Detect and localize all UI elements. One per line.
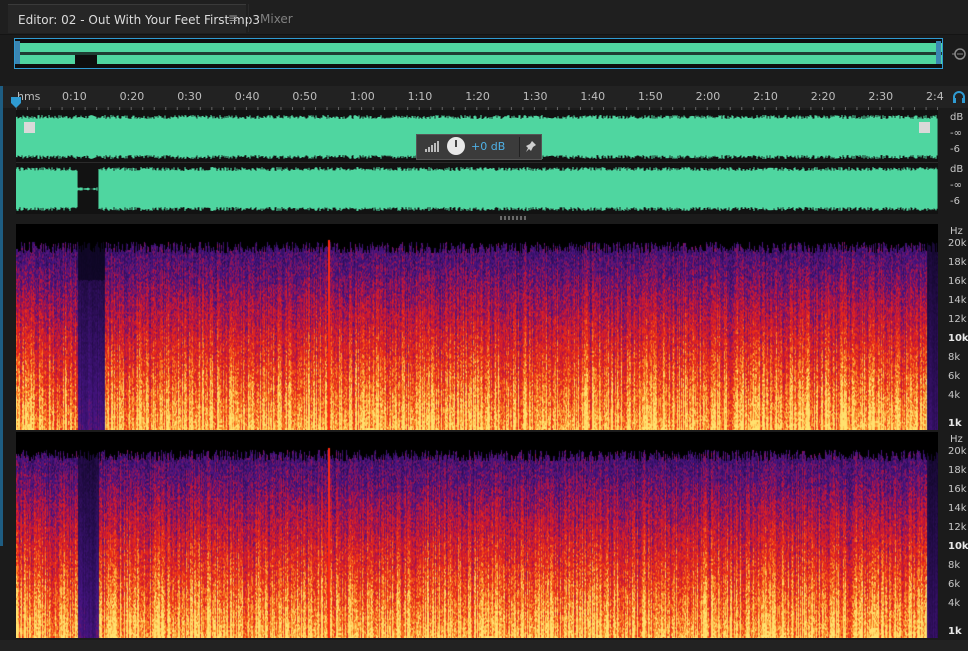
frequency-label: Hz bbox=[950, 434, 963, 445]
frequency-label: 10k bbox=[948, 541, 968, 552]
level-meter-icon bbox=[425, 141, 439, 152]
tab-bar: Editor: 02 - Out With Your Feet First.mp… bbox=[0, 0, 968, 35]
frequency-label: 8k bbox=[948, 560, 961, 571]
frequency-label: 20k bbox=[948, 238, 967, 249]
frequency-label: 18k bbox=[948, 465, 967, 476]
amp-inf-top: -∞ bbox=[950, 128, 962, 139]
amplitude-scale: dB -∞ -6 dB -∞ -6 bbox=[940, 110, 968, 214]
amp-inf-bottom: -∞ bbox=[950, 180, 962, 191]
volume-knob[interactable] bbox=[447, 137, 465, 155]
frequency-label: 10k bbox=[948, 333, 968, 344]
ruler-label: 0:10 bbox=[62, 90, 87, 103]
spectral-display-right[interactable] bbox=[16, 432, 938, 638]
ruler-label: 2:30 bbox=[868, 90, 894, 103]
status-strip bbox=[0, 640, 968, 651]
ruler-label: 2:00 bbox=[695, 90, 721, 103]
amp-unit-top: dB bbox=[950, 112, 964, 123]
playhead-icon[interactable] bbox=[10, 96, 22, 110]
volume-hud[interactable]: +0 dB bbox=[416, 134, 542, 160]
volume-value[interactable]: +0 dB bbox=[471, 140, 505, 153]
ruler-label: 1:50 bbox=[638, 90, 663, 103]
frequency-label: 8k bbox=[948, 352, 961, 363]
ruler-label: 1:40 bbox=[580, 90, 606, 103]
ruler-label: 0:50 bbox=[292, 90, 318, 103]
ruler-label: 2:4 bbox=[926, 90, 944, 103]
ruler-label: 0:40 bbox=[234, 90, 260, 103]
frequency-label: 16k bbox=[948, 484, 967, 495]
zoom-icon[interactable] bbox=[951, 45, 967, 63]
ruler-label: 1:20 bbox=[465, 90, 490, 103]
ruler-label: 0:30 bbox=[177, 90, 202, 103]
ruler-label: 0:20 bbox=[119, 90, 145, 103]
amp-unit-bottom: dB bbox=[950, 164, 964, 175]
frequency-scale-top: Hz 20k 18k 16k 14k 12k 10k 8k 6k 4k 1k bbox=[940, 224, 968, 430]
fade-out-handle-icon[interactable] bbox=[919, 122, 930, 133]
frequency-label: 1k bbox=[948, 626, 962, 637]
tab-editor[interactable]: Editor: 02 - Out With Your Feet First.mp… bbox=[8, 4, 260, 33]
waveform-channel bbox=[16, 167, 938, 211]
frequency-label: 20k bbox=[948, 446, 967, 457]
frequency-scale-bottom: Hz 20k 18k 16k 14k 12k 10k 8k 6k 4k 1k bbox=[940, 432, 968, 638]
ruler-label: 1:30 bbox=[522, 90, 548, 103]
frequency-label: 12k bbox=[948, 314, 967, 325]
panel-resize-grip[interactable] bbox=[500, 216, 528, 220]
overview-navigator[interactable] bbox=[14, 38, 943, 69]
frequency-label: 12k bbox=[948, 522, 967, 533]
overview-left-handle[interactable] bbox=[15, 41, 20, 64]
frequency-label: 1k bbox=[948, 418, 962, 429]
frequency-label: 16k bbox=[948, 276, 967, 287]
spectral-display-left[interactable] bbox=[16, 224, 938, 430]
frequency-label: 4k bbox=[948, 598, 961, 609]
ruler-label: 1:00 bbox=[350, 90, 375, 103]
knob-indicator bbox=[455, 140, 457, 147]
hamburger-icon[interactable]: ≡ bbox=[228, 11, 238, 25]
frequency-label: 4k bbox=[948, 390, 961, 401]
frequency-label: 6k bbox=[948, 579, 961, 590]
frequency-label: 18k bbox=[948, 257, 967, 268]
fade-in-handle-icon[interactable] bbox=[24, 122, 35, 133]
ruler-label: 2:20 bbox=[810, 90, 836, 103]
left-accent bbox=[0, 86, 3, 546]
frequency-label: 6k bbox=[948, 371, 961, 382]
tab-editor-label: Editor: 02 - Out With Your Feet First.mp… bbox=[18, 13, 260, 27]
amp-six-bottom: -6 bbox=[950, 196, 960, 207]
overview-right-handle[interactable] bbox=[936, 41, 941, 64]
amp-six-top: -6 bbox=[950, 144, 960, 155]
ruler-label: 1:10 bbox=[407, 90, 433, 103]
tab-mixer[interactable]: Mixer bbox=[248, 4, 313, 32]
frequency-label: 14k bbox=[948, 503, 967, 514]
overview-waveform bbox=[15, 43, 942, 64]
headphones-icon[interactable] bbox=[952, 90, 966, 104]
frequency-label: Hz bbox=[950, 226, 963, 237]
hud-divider bbox=[519, 137, 520, 157]
tab-mixer-label: Mixer bbox=[260, 12, 293, 26]
frequency-label: 14k bbox=[948, 295, 967, 306]
pin-icon[interactable] bbox=[525, 140, 537, 154]
channel-separator bbox=[16, 162, 938, 163]
ruler-label: 2:10 bbox=[753, 90, 778, 103]
